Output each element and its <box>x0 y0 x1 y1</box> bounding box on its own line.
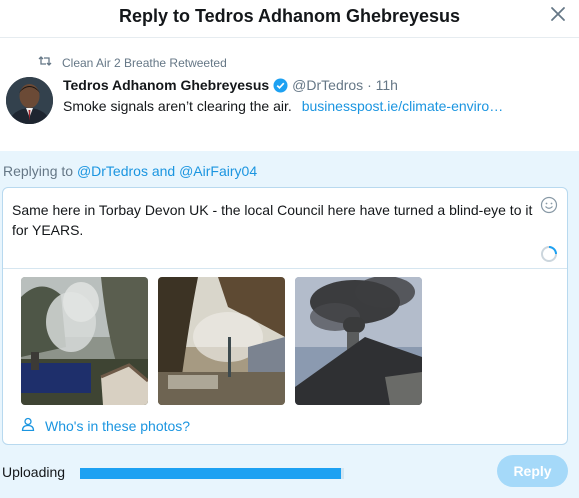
tag-people-label[interactable]: Who's in these photos? <box>45 418 190 434</box>
attached-photo-2[interactable] <box>158 277 285 405</box>
replying-to: Replying to @DrTedros and @AirFairy04 <box>3 163 257 179</box>
tweet-text: Smoke signals aren’t clearing the air. <box>63 98 292 114</box>
dialog-title: Reply to Tedros Adhanom Ghebreyesus <box>118 6 461 26</box>
attached-photo-1[interactable] <box>21 277 148 405</box>
tag-people-link[interactable]: Who's in these photos? <box>21 417 190 434</box>
tweet-time[interactable]: 11h <box>376 77 398 93</box>
author-name[interactable]: Tedros Adhanom Ghebreyesus <box>63 77 269 93</box>
uploading-label: Uploading <box>2 464 66 480</box>
retweet-context: Clean Air 2 Breathe Retweeted <box>38 55 227 70</box>
editor-divider <box>3 268 567 269</box>
upload-progress-fill <box>80 468 342 479</box>
mention-and[interactable]: and <box>152 163 175 179</box>
person-icon <box>21 417 45 434</box>
dialog-header: Reply to Tedros Adhanom Ghebreyesus <box>0 0 579 38</box>
close-icon[interactable] <box>549 5 567 23</box>
attached-photo-3[interactable] <box>295 277 422 405</box>
character-count-spinner-icon <box>540 245 558 268</box>
photo-attachments <box>21 277 422 405</box>
mention-airfairy04[interactable]: @AirFairy04 <box>179 163 257 179</box>
tweet-link[interactable]: businesspost.ie/climate-enviro… <box>302 98 504 114</box>
avatar[interactable] <box>6 77 53 124</box>
original-tweet: Clean Air 2 Breathe Retweeted Tedros Adh… <box>0 39 579 151</box>
dot-separator: · <box>363 77 376 93</box>
compose-area: Replying to @DrTedros and @AirFairy04 Sa… <box>0 151 579 498</box>
reply-button[interactable]: Reply <box>497 455 568 487</box>
replying-prefix: Replying to <box>3 163 74 179</box>
verified-badge-icon <box>273 78 288 93</box>
retweet-icon <box>38 55 62 70</box>
retweet-text: Clean Air 2 Breathe Retweeted <box>62 55 227 70</box>
mention-drtedros[interactable]: @DrTedros <box>77 163 148 179</box>
tweet-text-row: Smoke signals aren’t clearing the air. b… <box>63 98 503 114</box>
author-handle[interactable]: @DrTedros <box>292 77 363 93</box>
emoji-icon[interactable] <box>540 196 558 219</box>
upload-progress-bar <box>80 468 344 479</box>
tweet-header: Tedros Adhanom Ghebreyesus @DrTedros · 1… <box>63 77 398 93</box>
reply-editor[interactable]: Same here in Torbay Devon UK - the local… <box>2 187 568 445</box>
reply-text[interactable]: Same here in Torbay Devon UK - the local… <box>12 200 537 240</box>
